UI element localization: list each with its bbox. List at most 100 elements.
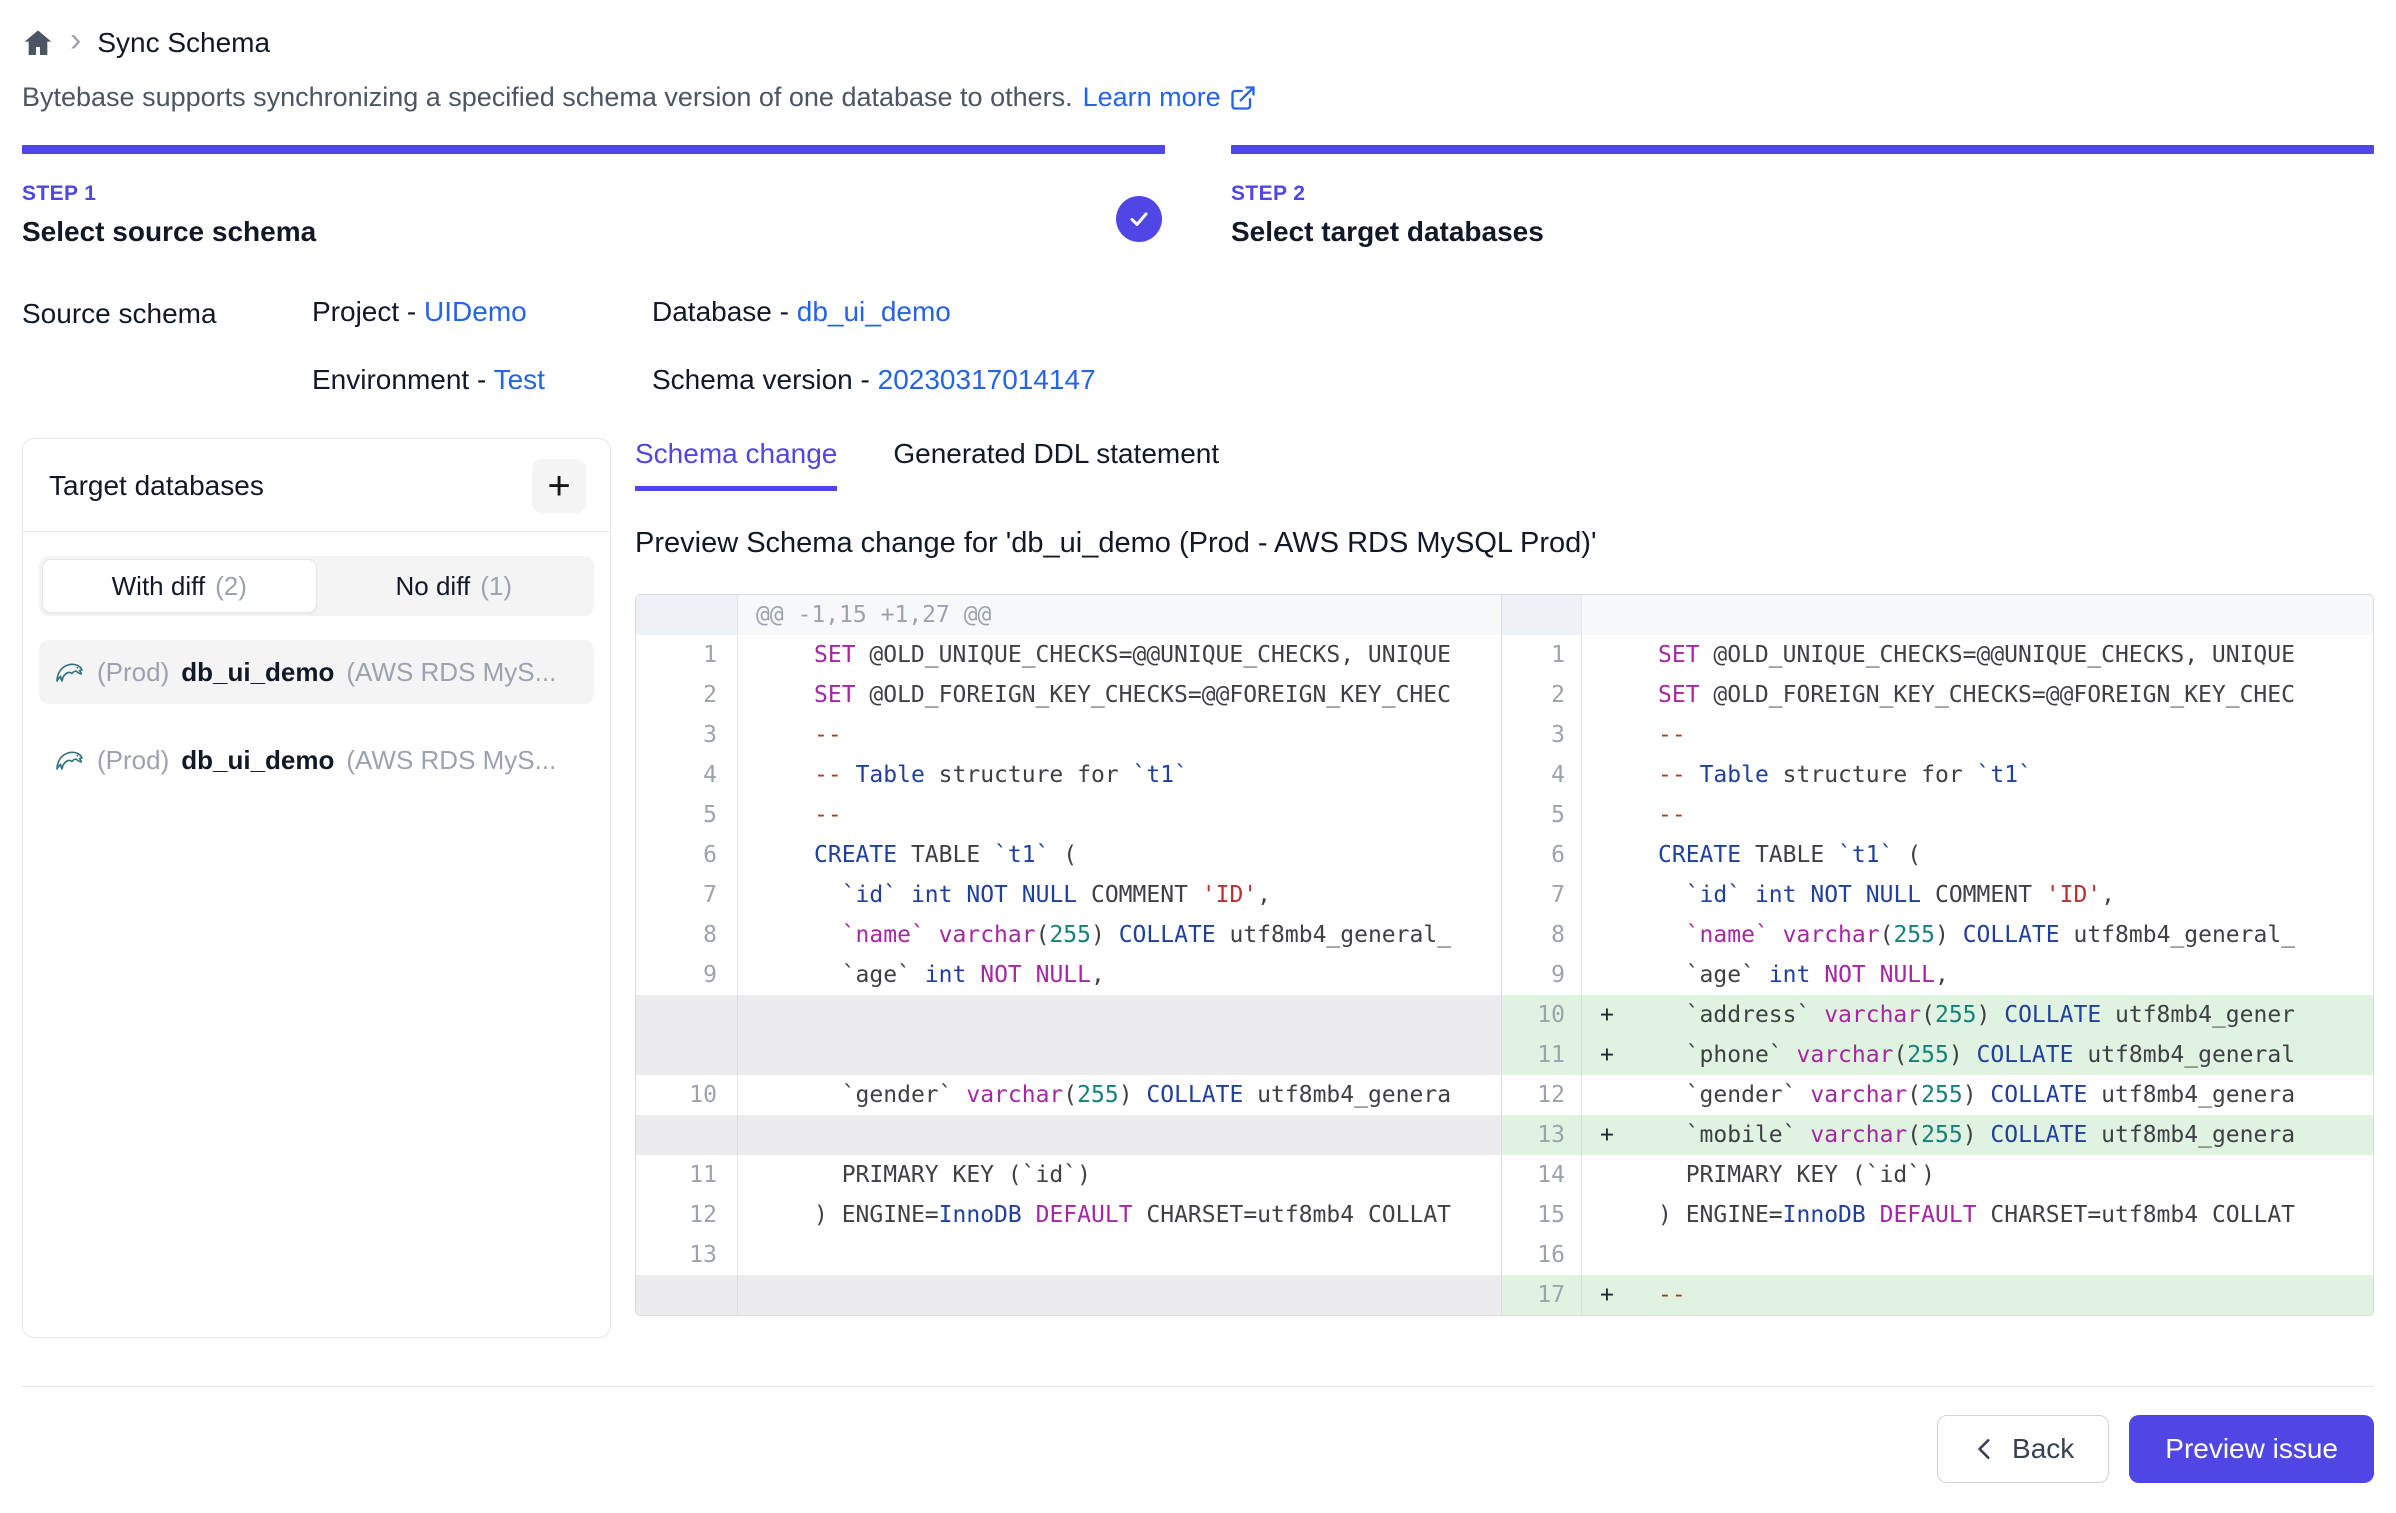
no-diff-tab[interactable]: No diff (1) — [317, 559, 592, 613]
diff-row: 1SET @OLD_UNIQUE_CHECKS=@@UNIQUE_CHECKS,… — [1502, 635, 2373, 675]
line-number: 7 — [1502, 875, 1582, 915]
project-field: Project - UIDemo — [312, 296, 652, 328]
database-name: db_ui_demo — [181, 745, 334, 776]
code-line — [738, 995, 1501, 1035]
code-line: `gender` varchar(255) COLLATE utf8mb4_ge… — [1582, 1075, 2373, 1115]
diff-sign — [1600, 635, 1658, 675]
step1-progress-bar — [22, 145, 1165, 154]
target-databases-panel: Target databases + With diff (2) No diff… — [22, 438, 611, 1338]
learn-more-link[interactable]: Learn more — [1083, 82, 1257, 113]
step2-label: STEP 2 — [1231, 182, 2374, 206]
code-text: -- — [814, 715, 842, 755]
code-line: @@ -1,15 +1,27 @@ — [738, 595, 1501, 635]
line-number: 14 — [1502, 1155, 1582, 1195]
code-text: PRIMARY KEY (`id`) — [814, 1155, 1091, 1195]
diff-row: 12 `gender` varchar(255) COLLATE utf8mb4… — [1502, 1075, 2373, 1115]
with-diff-tab[interactable]: With diff (2) — [42, 559, 317, 613]
schema-version-field: Schema version - 20230317014147 — [652, 364, 1096, 396]
target-database-item[interactable]: (Prod)db_ui_demo(AWS RDS MyS... — [39, 640, 594, 704]
line-number: 6 — [636, 835, 738, 875]
code-line: + `phone` varchar(255) COLLATE utf8mb4_g… — [1582, 1035, 2373, 1075]
external-link-icon — [1229, 84, 1257, 112]
line-number: 10 — [636, 1075, 738, 1115]
code-line: `gender` varchar(255) COLLATE utf8mb4_ge… — [738, 1075, 1501, 1115]
environment-badge: (Prod) — [97, 657, 169, 688]
code-text: `gender` varchar(255) COLLATE utf8mb4_ge… — [1658, 1075, 2295, 1115]
diff-sign — [756, 1235, 814, 1275]
diff-pane-source: @@ -1,15 +1,27 @@1SET @OLD_UNIQUE_CHECKS… — [636, 595, 1502, 1315]
database-field: Database - db_ui_demo — [652, 296, 1096, 328]
code-text: `address` varchar(255) COLLATE utf8mb4_g… — [1658, 995, 2295, 1035]
code-text: ) ENGINE=InnoDB DEFAULT CHARSET=utf8mb4 … — [1658, 1195, 2295, 1235]
line-number: 17 — [1502, 1275, 1582, 1315]
code-line: `name` varchar(255) COLLATE utf8mb4_gene… — [1582, 915, 2373, 955]
diff-row: 6CREATE TABLE `t1` ( — [636, 835, 1501, 875]
line-number: 1 — [636, 635, 738, 675]
code-line — [738, 1275, 1501, 1315]
line-number: 4 — [636, 755, 738, 795]
line-number: 2 — [636, 675, 738, 715]
diff-placeholder-row — [636, 1035, 1501, 1075]
environment-link[interactable]: Test — [494, 364, 545, 395]
main-content: Target databases + With diff (2) No diff… — [22, 438, 2374, 1338]
code-text: -- Table structure for `t1` — [1658, 755, 2032, 795]
line-number: 9 — [1502, 955, 1582, 995]
diff-row: 7 `id` int NOT NULL COMMENT 'ID', — [1502, 875, 2373, 915]
diff-pane-target: 1SET @OLD_UNIQUE_CHECKS=@@UNIQUE_CHECKS,… — [1502, 595, 2373, 1315]
schema-version-link[interactable]: 20230317014147 — [878, 364, 1096, 395]
diff-hunk-row: @@ -1,15 +1,27 @@ — [636, 595, 1501, 635]
line-number — [636, 595, 738, 635]
code-line: `id` int NOT NULL COMMENT 'ID', — [738, 875, 1501, 915]
environment-field: Environment - Test — [312, 364, 652, 396]
tab-generated-ddl[interactable]: Generated DDL statement — [893, 438, 1219, 491]
diff-row: 13+ `mobile` varchar(255) COLLATE utf8mb… — [1502, 1115, 2373, 1155]
line-number: 12 — [1502, 1075, 1582, 1115]
back-button[interactable]: Back — [1937, 1415, 2109, 1483]
target-database-item[interactable]: (Prod)db_ui_demo(AWS RDS MyS... — [39, 728, 594, 792]
diff-sign — [756, 675, 814, 715]
code-text: `id` int NOT NULL COMMENT 'ID', — [814, 875, 1271, 915]
diff-row: 10 `gender` varchar(255) COLLATE utf8mb4… — [636, 1075, 1501, 1115]
code-line: +-- — [1582, 1275, 2373, 1315]
diff-sign: + — [1600, 995, 1658, 1035]
with-diff-count: (2) — [215, 571, 247, 602]
diff-row: 7 `id` int NOT NULL COMMENT 'ID', — [636, 875, 1501, 915]
code-line — [1582, 595, 2373, 635]
step2-header: STEP 2 Select target databases — [1231, 154, 2374, 248]
code-line: PRIMARY KEY (`id`) — [1582, 1155, 2373, 1195]
line-number — [636, 1115, 738, 1155]
line-number: 8 — [1502, 915, 1582, 955]
diff-sign — [756, 875, 814, 915]
preview-issue-button[interactable]: Preview issue — [2129, 1415, 2374, 1483]
add-target-database-button[interactable]: + — [532, 459, 586, 513]
code-text: -- — [1658, 1275, 1686, 1315]
home-icon[interactable] — [22, 27, 54, 59]
schema-diff-viewer: @@ -1,15 +1,27 @@1SET @OLD_UNIQUE_CHECKS… — [635, 594, 2374, 1316]
project-link[interactable]: UIDemo — [424, 296, 527, 327]
chevron-left-icon — [1972, 1436, 1998, 1462]
code-line: -- — [738, 795, 1501, 835]
source-schema-summary: Source schema Project - UIDemo Database … — [22, 296, 2374, 396]
intro-description: Bytebase supports synchronizing a specif… — [22, 82, 1073, 113]
tab-schema-change[interactable]: Schema change — [635, 438, 837, 491]
diff-row: 12) ENGINE=InnoDB DEFAULT CHARSET=utf8mb… — [636, 1195, 1501, 1235]
diff-sign — [756, 955, 814, 995]
instance-name: (AWS RDS MyS... — [346, 745, 556, 776]
code-line: -- Table structure for `t1` — [738, 755, 1501, 795]
sync-schema-page: › Sync Schema Bytebase supports synchron… — [0, 0, 2396, 1513]
line-number: 8 — [636, 915, 738, 955]
code-line: PRIMARY KEY (`id`) — [738, 1155, 1501, 1195]
code-text: -- — [1658, 715, 1686, 755]
source-schema-label: Source schema — [22, 296, 312, 396]
line-number — [636, 1275, 738, 1315]
diff-sign: + — [1600, 1035, 1658, 1075]
code-line: + `mobile` varchar(255) COLLATE utf8mb4_… — [1582, 1115, 2373, 1155]
line-number: 13 — [1502, 1115, 1582, 1155]
diff-sign — [756, 715, 814, 755]
line-number: 1 — [1502, 635, 1582, 675]
database-link[interactable]: db_ui_demo — [797, 296, 951, 327]
instance-name: (AWS RDS MyS... — [346, 657, 556, 688]
code-line — [738, 1035, 1501, 1075]
step2-title: Select target databases — [1231, 216, 2374, 248]
step1-header: STEP 1 Select source schema — [22, 154, 1165, 248]
